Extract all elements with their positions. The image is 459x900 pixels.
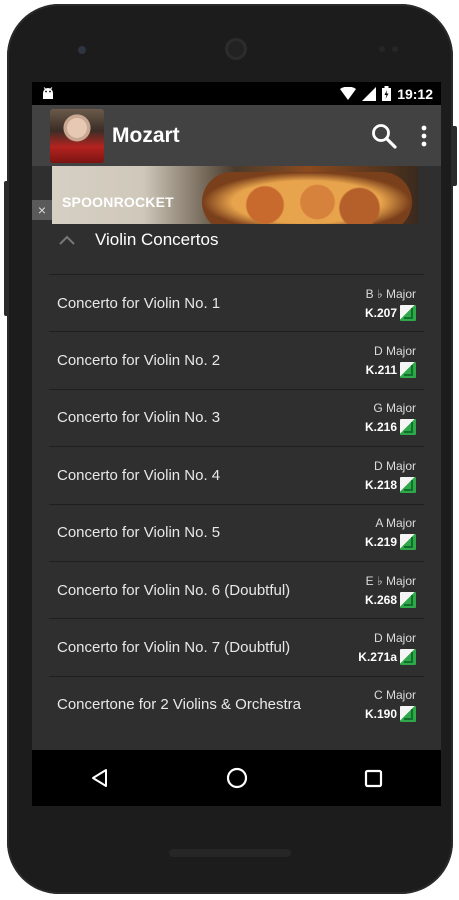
work-meta: D Major K.218 (365, 458, 416, 493)
volume-button (4, 181, 9, 316)
section-header[interactable]: Violin Concertos (32, 222, 441, 258)
navigation-bar (32, 750, 441, 806)
works-list: Concerto for Violin No. 1B ♭ Major K.207 C… (49, 274, 424, 733)
kochel-number: K.268 (364, 592, 397, 607)
work-title: Concertone for 2 Violins & Orchestra (57, 696, 302, 714)
kochel-number: K.190 (364, 707, 397, 722)
overflow-menu-icon[interactable] (421, 125, 427, 147)
list-item[interactable]: Concerto for Violin No. 6 (Doubtful) E ♭ … (49, 560, 424, 618)
bottom-speaker (169, 849, 291, 857)
phone-frame: 19:12 Mozart SPOONROCKET × Violin Concer… (4, 4, 457, 894)
work-title: Concerto for Violin No. 6 (Doubtful) (57, 581, 291, 599)
search-icon[interactable] (371, 123, 397, 149)
composer-avatar[interactable] (50, 108, 104, 163)
work-meta: D Major K.211 (365, 343, 416, 379)
key-signature: A Major (375, 516, 416, 531)
kochel-number: K.271a (358, 650, 397, 665)
key-signature: D Major (373, 631, 416, 646)
work-meta: B ♭ Major K.207 (365, 286, 416, 321)
status-bar: 19:12 (32, 82, 441, 105)
work-meta: D Major K.271a (358, 630, 416, 666)
list-item[interactable]: Concerto for Violin No. 1 B ♭ Major K.207 (49, 274, 424, 331)
work-meta: C Major K.190 (364, 687, 416, 723)
key-signature: C Major (373, 688, 416, 703)
work-title: Concerto for Violin No. 7 (Doubtful) (57, 639, 291, 657)
list-item[interactable]: Concerto for Violin No. 4 D Major K.218 (49, 446, 424, 503)
score-download-icon[interactable] (400, 534, 416, 551)
score-download-icon[interactable] (400, 476, 416, 493)
score-download-icon[interactable] (400, 419, 416, 436)
screen: 19:12 Mozart SPOONROCKET × Violin Concer… (32, 82, 441, 806)
key-signature: D Major (373, 458, 416, 473)
list-item[interactable]: Concerto for Violin No. 2 D Major K.211 (49, 331, 424, 388)
app-bar: Mozart (32, 105, 441, 166)
kochel-number: K.218 (364, 477, 397, 492)
score-download-icon[interactable] (400, 649, 416, 666)
work-title: Concerto for Violin No. 3 (57, 409, 221, 427)
back-icon[interactable] (90, 768, 110, 788)
food-image (202, 172, 412, 224)
signal-icon (362, 86, 377, 101)
front-camera (225, 38, 247, 60)
list-item[interactable]: Concerto for Violin No. 7 (Doubtful) D Ma… (49, 618, 424, 675)
kochel-number: K.211 (365, 363, 397, 378)
list-item[interactable]: Concerto for Violin No. 3 G Major K.216 (49, 388, 424, 446)
chevron-up-icon[interactable] (58, 235, 78, 245)
battery-charging-icon (382, 86, 392, 101)
score-download-icon[interactable] (400, 362, 416, 379)
power-button (451, 126, 457, 186)
app-title: Mozart (112, 123, 180, 147)
android-icon (40, 86, 56, 102)
score-download-icon[interactable] (400, 304, 416, 321)
kochel-number: K.219 (364, 535, 397, 550)
work-meta: E ♭ Major K.268 (365, 573, 416, 608)
key-signature: B ♭ Major (365, 286, 416, 301)
work-title: Concerto for Violin No. 2 (57, 352, 221, 370)
section-title: Violin Concertos (95, 230, 219, 249)
list-item[interactable]: Concerto for Violin No. 5 A Major K.219 (49, 503, 424, 561)
recents-icon[interactable] (364, 769, 383, 788)
ad-area: SPOONROCKET × (32, 166, 441, 224)
work-title: Concerto for Violin No. 4 (57, 466, 221, 484)
work-meta: G Major K.216 (364, 400, 416, 436)
list-item[interactable]: Concertone for 2 Violins & Orchestra C Ma… (49, 675, 424, 733)
front-speaker (78, 46, 86, 54)
proximity-sensor (379, 46, 385, 52)
home-icon[interactable] (226, 767, 248, 789)
score-download-icon[interactable] (400, 706, 416, 723)
work-meta: A Major K.219 (364, 515, 416, 551)
kochel-number: K.216 (364, 420, 397, 435)
score-download-icon[interactable] (400, 591, 416, 608)
key-signature: D Major (373, 344, 416, 359)
work-title: Concerto for Violin No. 5 (57, 524, 221, 542)
close-ad-button[interactable]: × (32, 200, 52, 220)
key-signature: E ♭ Major (365, 573, 416, 588)
light-sensor (392, 46, 398, 52)
ad-brand: SPOONROCKET (62, 194, 174, 210)
work-title: Concerto for Violin No. 1 (57, 294, 221, 312)
key-signature: G Major (373, 401, 416, 416)
clock-text: 19:12 (397, 85, 433, 102)
ad-banner[interactable]: SPOONROCKET (52, 166, 418, 224)
kochel-number: K.207 (364, 305, 397, 320)
wifi-icon (340, 87, 357, 100)
